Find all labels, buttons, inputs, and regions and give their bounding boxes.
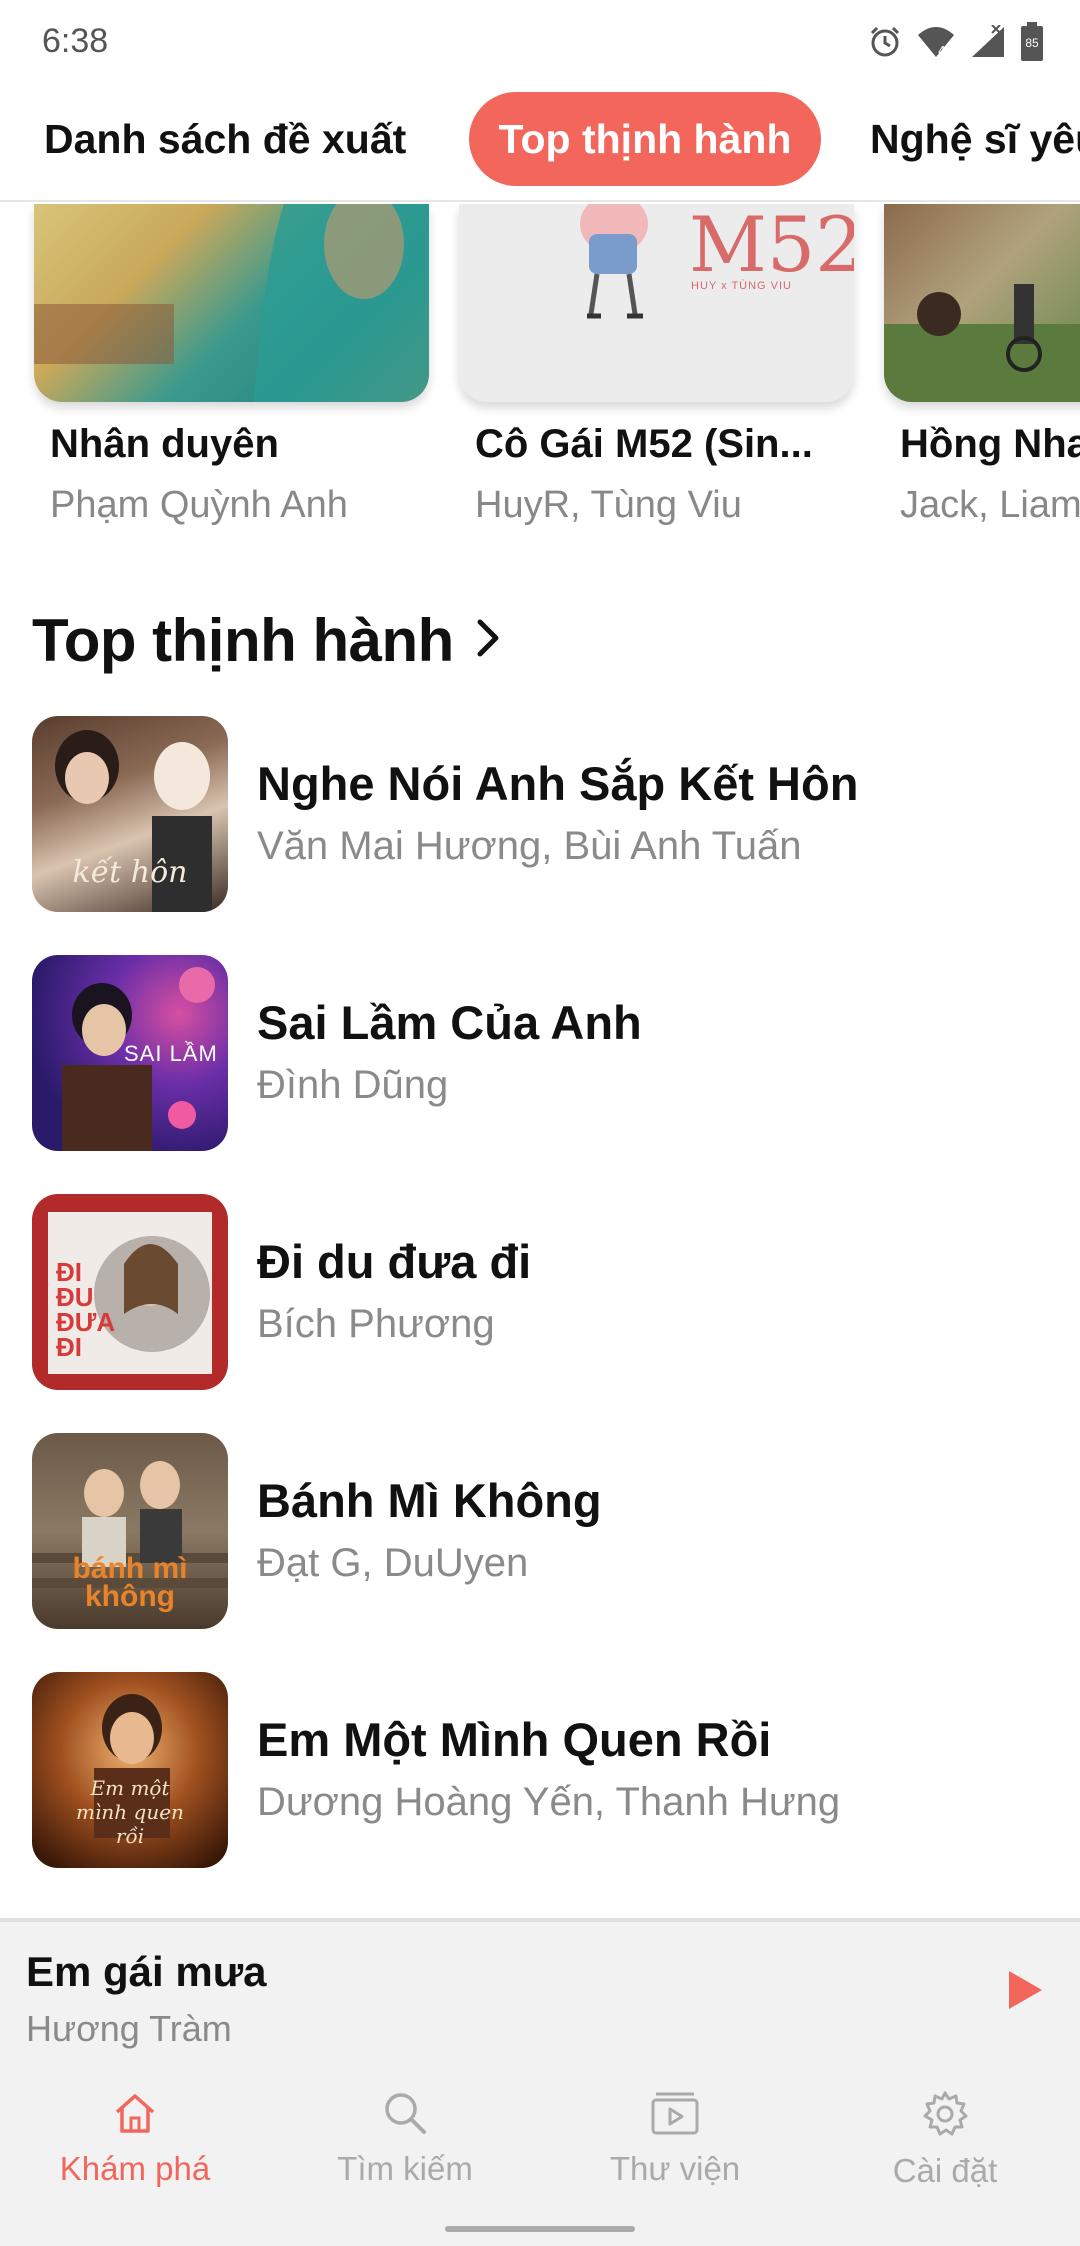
tab-favorite-artists[interactable]: Nghệ sĩ yêu (870, 92, 1080, 186)
nav-search[interactable]: Tìm kiếm (290, 2090, 520, 2188)
nav-settings[interactable]: Cài đặt (830, 2090, 1060, 2190)
chevron-right-icon (472, 616, 502, 665)
nav-label: Thư viện (609, 2150, 741, 2187)
song-artist: Dương Hoàng Yến, Thanh Hưng (257, 1780, 841, 1824)
song-row[interactable]: kết hôn Nghe Nói Anh Sắp Kết Hôn Văn Mai… (32, 716, 1052, 912)
status-time: 6:38 (42, 22, 109, 60)
featured-artist: HuyR, Tùng Viu (475, 484, 742, 526)
home-indicator[interactable] (445, 2226, 635, 2232)
now-playing-artist: Hương Tràm (26, 2008, 232, 2049)
category-tabs: Danh sách đề xuất Top thịnh hành Nghệ sĩ… (0, 86, 1080, 202)
featured-artist: Phạm Quỳnh Anh (50, 484, 348, 526)
art-text: Em một mình quen rồi (76, 1776, 184, 1848)
status-bar: 6:38 4 85 (0, 0, 1080, 86)
song-title: Sai Lầm Của Anh (257, 996, 642, 1049)
battery-icon: 85 (1020, 22, 1044, 62)
song-title: Em Một Mình Quen Rồi (257, 1713, 772, 1766)
play-icon[interactable] (1005, 1968, 1045, 2012)
art-text: bánh mì không (72, 1552, 188, 1613)
tab-recommended[interactable]: Danh sách đề xuất (44, 92, 406, 186)
nav-label: Cài đặt (892, 2152, 998, 2189)
nav-label: Khám phá (59, 2150, 211, 2187)
home-icon (20, 2090, 250, 2136)
featured-title: Nhân duyên (50, 422, 279, 466)
album-art: ĐI ĐU ĐƯA ĐI (32, 1194, 228, 1390)
svg-text:4: 4 (938, 44, 946, 58)
section-header-trending[interactable]: Top thịnh hành (32, 600, 502, 680)
album-art: kết hôn (32, 716, 228, 912)
album-art (884, 204, 1080, 402)
featured-title: Hồng Nha (900, 422, 1080, 466)
art-text: M52 (689, 204, 854, 289)
signal-icon (970, 25, 1006, 59)
status-icons: 4 85 (868, 20, 1044, 64)
art-caption: HUY x TÙNG VIU (691, 280, 792, 292)
song-row[interactable]: SAI LẦM Sai Lầm Của Anh Đình Dũng (32, 955, 1052, 1151)
song-title: Bánh Mì Không (257, 1474, 602, 1527)
song-artist: Bích Phương (257, 1302, 495, 1346)
bottom-nav: Khám phá Tìm kiếm Thư viện Cài đặt (0, 2060, 1080, 2246)
library-icon (560, 2090, 790, 2136)
mini-player[interactable]: Em gái mưa Hương Tràm (0, 1918, 1080, 2060)
art-text: ĐI ĐU ĐƯA ĐI (56, 1257, 115, 1362)
album-art: Em một mình quen rồi (32, 1672, 228, 1868)
gear-icon (830, 2090, 1060, 2138)
tab-trending[interactable]: Top thịnh hành (469, 92, 821, 186)
wifi-icon: 4 (916, 25, 956, 59)
featured-artist: Jack, Liam (900, 484, 1080, 526)
art-text: kết hôn (72, 855, 188, 890)
now-playing-title: Em gái mưa (26, 1948, 267, 1995)
album-art (34, 204, 429, 402)
song-artist: Đạt G, DuUyen (257, 1541, 529, 1585)
battery-level: 85 (1025, 36, 1039, 50)
featured-card[interactable]: Hồng Nha Jack, Liam (884, 204, 1080, 526)
nav-library[interactable]: Thư viện (560, 2090, 790, 2188)
featured-carousel: Nhân duyên Phạm Quỳnh Anh M52 HUY x TÙNG… (0, 204, 1080, 544)
featured-card[interactable]: M52 HUY x TÙNG VIU Cô Gái M52 (Sin... Hu… (459, 204, 854, 526)
album-art: SAI LẦM (32, 955, 228, 1151)
song-artist: Đình Dũng (257, 1063, 449, 1107)
album-art: M52 HUY x TÙNG VIU (459, 204, 854, 402)
search-icon (290, 2090, 520, 2136)
song-title: Nghe Nói Anh Sắp Kết Hôn (257, 757, 859, 810)
section-title: Top thịnh hành (32, 606, 454, 674)
nav-label: Tìm kiếm (337, 2150, 473, 2187)
alarm-icon (868, 25, 902, 59)
featured-title: Cô Gái M52 (Sin... (475, 422, 813, 466)
album-art: bánh mì không (32, 1433, 228, 1629)
song-row[interactable]: ĐI ĐU ĐƯA ĐI Đi du đưa đi Bích Phương (32, 1194, 1052, 1390)
song-row[interactable]: Em một mình quen rồi Em Một Mình Quen Rồ… (32, 1672, 1052, 1868)
song-row[interactable]: bánh mì không Bánh Mì Không Đạt G, DuUye… (32, 1433, 1052, 1629)
featured-card[interactable]: Nhân duyên Phạm Quỳnh Anh (34, 204, 429, 526)
song-title: Đi du đưa đi (257, 1235, 532, 1288)
nav-explore[interactable]: Khám phá (20, 2090, 250, 2188)
song-artist: Văn Mai Hương, Bùi Anh Tuấn (257, 824, 802, 868)
art-text: SAI LẦM (124, 1041, 218, 1066)
